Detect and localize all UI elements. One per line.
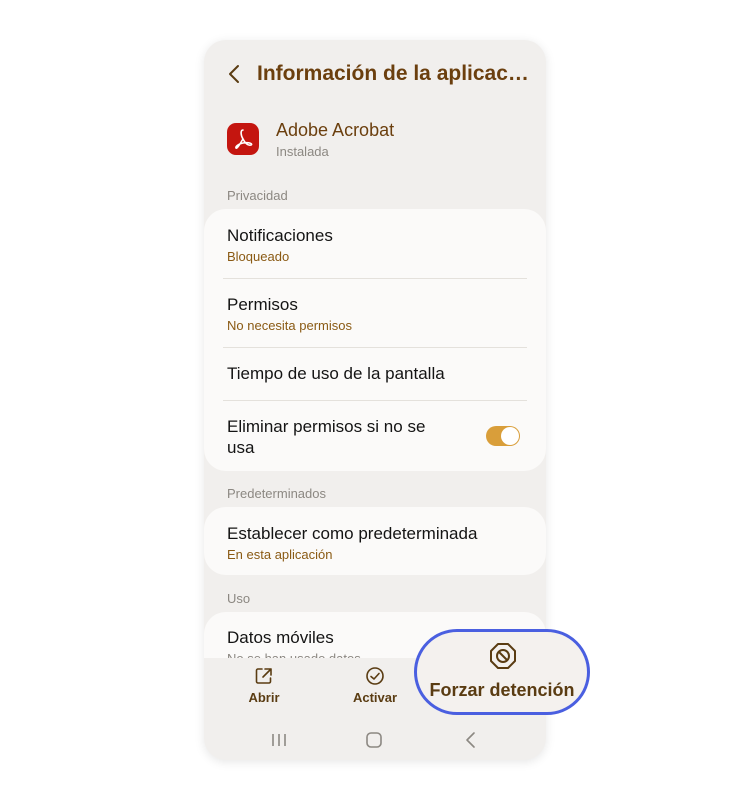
back-icon[interactable] (226, 64, 244, 84)
section-label-defaults: Predeterminados (227, 486, 326, 501)
row-subtitle: En esta aplicación (227, 547, 333, 562)
section-label-privacy: Privacidad (227, 188, 288, 203)
row-title: Datos móviles (227, 628, 334, 647)
recents-icon[interactable] (264, 728, 294, 752)
top-bar: Información de la aplicac… (204, 40, 546, 110)
row-permissions[interactable]: Permisos No necesita permisos (204, 278, 546, 347)
stop-icon (490, 643, 516, 669)
row-subtitle: Bloqueado (227, 249, 290, 264)
privacy-card: Notificaciones Bloqueado Permisos No nec… (204, 209, 546, 471)
enable-button[interactable]: Activar (340, 658, 410, 705)
open-button[interactable]: Abrir (229, 658, 299, 705)
system-nav-bar (204, 720, 546, 760)
row-title: Establecer como predeterminada (227, 524, 478, 543)
row-set-default[interactable]: Establecer como predeterminada En esta a… (204, 507, 546, 575)
row-subtitle: No necesita permisos (227, 318, 352, 333)
row-title: Tiempo de uso de la pantalla (227, 364, 445, 383)
check-circle-icon (366, 667, 384, 685)
remove-permissions-toggle[interactable] (486, 426, 520, 446)
toggle-knob (501, 427, 519, 445)
force-stop-label: Forzar detención (429, 680, 575, 700)
row-remove-permissions[interactable]: Eliminar permisos si no se usa (204, 400, 546, 471)
app-name: Adobe Acrobat (276, 120, 395, 140)
open-external-icon (255, 668, 272, 684)
acrobat-icon (227, 123, 259, 155)
force-stop-button[interactable]: Forzar detención (414, 629, 590, 715)
row-title: Eliminar permisos si no se usa (227, 416, 425, 458)
row-title: Notificaciones (227, 226, 333, 245)
open-label: Abrir (248, 690, 280, 705)
app-status: Instalada (276, 144, 329, 159)
row-screen-time[interactable]: Tiempo de uso de la pantalla (204, 347, 546, 400)
row-title-line2: usa (227, 438, 255, 457)
section-label-usage: Uso (227, 591, 251, 606)
nav-back-icon[interactable] (456, 728, 486, 752)
row-notifications[interactable]: Notificaciones Bloqueado (204, 209, 546, 278)
enable-label: Activar (352, 690, 398, 705)
page-title: Información de la aplicac… (257, 62, 529, 85)
row-title-line1: Eliminar permisos si no se (227, 417, 426, 436)
row-title: Permisos (227, 295, 298, 314)
defaults-card: Establecer como predeterminada En esta a… (204, 507, 546, 575)
home-icon[interactable] (359, 728, 389, 752)
app-header: Adobe Acrobat Instalada (226, 120, 526, 160)
